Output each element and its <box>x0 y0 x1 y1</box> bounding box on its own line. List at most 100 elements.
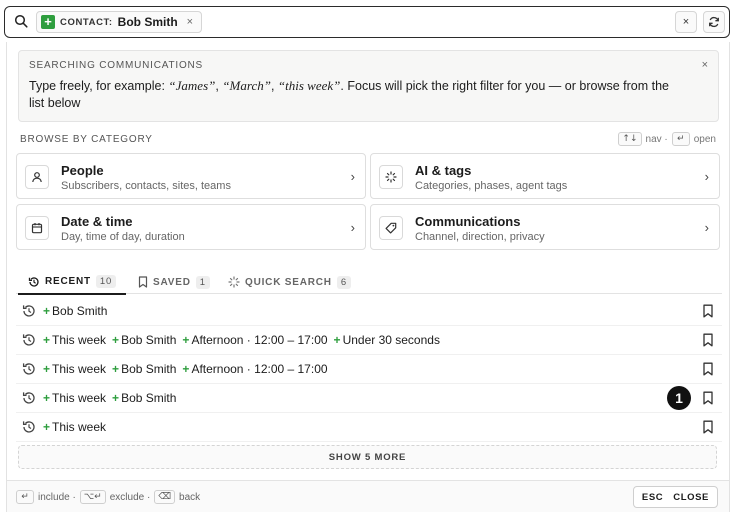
history-tabs: RECENT 10 SAVED 1 QUICK SEARCH 6 <box>16 270 722 295</box>
info-sep: , <box>270 79 278 93</box>
info-text: Type freely, for example: “James”, “Marc… <box>29 77 679 112</box>
tab-count: 6 <box>336 275 351 289</box>
person-icon <box>25 165 49 189</box>
recent-search-row[interactable]: + Bob Smith <box>16 297 722 326</box>
chevron-right-icon: › <box>704 220 709 235</box>
tab-quick-search[interactable]: QUICK SEARCH 6 <box>228 270 351 294</box>
chip-remove-icon[interactable]: × <box>187 16 193 28</box>
recent-search-row[interactable]: + This week + Bob Smith <box>16 384 722 413</box>
open-key: ↵ <box>671 132 690 146</box>
calendar-icon <box>25 216 49 240</box>
filter-token: + Afternoon · 12:00 – 17:00 <box>182 333 327 347</box>
refresh-icon <box>709 16 719 28</box>
category-subtitle: Categories, phases, agent tags <box>415 180 568 192</box>
filter-token-label: Bob Smith <box>121 333 177 347</box>
filter-list: + This week + Bob Smith + Afternoon · 12:00 –… <box>43 362 328 376</box>
category-date-time[interactable]: Date & time Day, time of day, duration › <box>16 204 366 250</box>
include-plus-icon: + <box>333 333 341 347</box>
annotation-marker: 1 <box>667 386 691 410</box>
filter-token-label: Bob Smith <box>52 304 108 318</box>
filter-token: + This week <box>43 362 106 376</box>
close-label: CLOSE <box>673 491 709 503</box>
filter-token-label: This week <box>52 333 107 347</box>
category-title: AI & tags <box>415 163 472 178</box>
example-this-week: “this week” <box>277 78 341 93</box>
include-plus-icon: + <box>43 362 51 376</box>
recent-search-row[interactable]: + This week + Bob Smith + Afternoon · 12:00 –… <box>16 355 722 384</box>
filter-token-label: Bob Smith <box>121 391 177 405</box>
esc-key-label: ESC <box>641 491 664 503</box>
category-subtitle: Channel, direction, privacy <box>415 231 545 243</box>
filter-chip-contact[interactable]: + CONTACT: Bob Smith × <box>36 11 203 33</box>
filter-token-label: Afternoon · 12:00 – 17:00 <box>191 362 328 376</box>
category-ai-tags[interactable]: AI & tags Categories, phases, agent tags… <box>370 153 720 199</box>
tab-count: 10 <box>95 275 117 288</box>
bookmark-icon[interactable] <box>702 391 714 405</box>
tab-label: SAVED <box>153 276 191 288</box>
recent-search-row[interactable]: + This week + Bob Smith + Afternoon · 12:00 –… <box>16 326 722 355</box>
tab-saved[interactable]: SAVED 1 <box>138 270 210 294</box>
show-more-button[interactable]: SHOW 5 MORE <box>18 445 717 469</box>
filter-token-label: This week <box>52 420 107 434</box>
search-bar[interactable]: + CONTACT: Bob Smith × × <box>4 6 730 38</box>
filter-token: + This week <box>43 391 106 405</box>
bookmark-icon[interactable] <box>702 362 714 376</box>
keyboard-hint: ↑↓ nav · ↵ open <box>618 132 716 146</box>
include-label: include · <box>38 491 76 503</box>
search-dropdown-panel: SEARCHING COMMUNICATIONS Type freely, fo… <box>6 42 730 512</box>
bookmark-icon[interactable] <box>702 304 714 318</box>
bookmark-icon <box>138 276 148 288</box>
info-text-prefix: Type freely, for example: <box>29 79 169 93</box>
history-icon <box>22 305 35 317</box>
filter-token: + Under 30 seconds <box>334 333 440 347</box>
recent-search-row[interactable]: + This week <box>16 413 722 442</box>
exclude-label: exclude · <box>109 491 151 503</box>
refresh-button[interactable] <box>703 11 725 33</box>
spinner-icon <box>228 276 240 288</box>
tab-recent[interactable]: RECENT 10 <box>18 270 127 295</box>
tab-label: RECENT <box>45 276 91 287</box>
filter-token: + This week <box>43 420 106 434</box>
close-info-icon[interactable]: × <box>702 59 708 71</box>
chip-value: Bob Smith <box>117 15 178 29</box>
category-people[interactable]: People Subscribers, contacts, sites, tea… <box>16 153 366 199</box>
example-james: “James” <box>168 78 216 93</box>
filter-token-label: This week <box>52 391 107 405</box>
filter-list: + Bob Smith <box>43 304 107 318</box>
include-plus-icon: + <box>112 362 120 376</box>
filter-token: + Bob Smith <box>43 304 107 318</box>
filter-token: + Bob Smith <box>112 362 176 376</box>
include-plus-icon: + <box>112 391 120 405</box>
category-communications[interactable]: Communications Channel, direction, priva… <box>370 204 720 250</box>
search-icon <box>14 14 28 28</box>
filter-token-label: Under 30 seconds <box>342 333 440 347</box>
history-icon <box>22 363 35 375</box>
include-plus-icon: + <box>43 420 51 434</box>
filter-token: + Afternoon · 12:00 – 17:00 <box>182 362 327 376</box>
tab-count: 1 <box>195 275 210 289</box>
clear-search-button[interactable]: × <box>675 11 697 33</box>
filter-list: + This week + Bob Smith <box>43 391 176 405</box>
history-icon <box>28 276 39 287</box>
filter-token: + Bob Smith <box>112 333 176 347</box>
include-plus-icon: + <box>43 391 51 405</box>
filter-list: + This week + Bob Smith + Afternoon · 12:00 –… <box>43 333 440 347</box>
category-subtitle: Day, time of day, duration <box>61 231 185 243</box>
include-plus-icon: + <box>182 362 190 376</box>
category-subtitle: Subscribers, contacts, sites, teams <box>61 180 231 192</box>
include-key: ↵ <box>16 490 34 504</box>
info-box: SEARCHING COMMUNICATIONS Type freely, fo… <box>18 50 719 122</box>
nav-label: nav · <box>645 133 668 145</box>
chevron-right-icon: › <box>350 220 355 235</box>
example-march: “March” <box>222 78 271 93</box>
bookmark-icon[interactable] <box>702 333 714 347</box>
category-title: Communications <box>415 214 521 229</box>
nav-key: ↑↓ <box>618 132 642 146</box>
close-button[interactable]: ESC CLOSE <box>632 486 718 508</box>
sparkle-icon <box>379 165 403 189</box>
include-plus-icon: + <box>41 15 55 29</box>
filter-token-label: Bob Smith <box>121 362 177 376</box>
bookmark-icon[interactable] <box>702 420 714 434</box>
category-title: Date & time <box>61 214 133 229</box>
chevron-right-icon: › <box>350 169 355 184</box>
